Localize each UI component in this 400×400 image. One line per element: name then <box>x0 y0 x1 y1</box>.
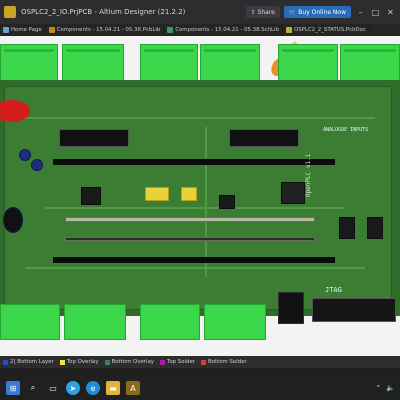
crystal <box>181 187 197 201</box>
layer-tab-top-solder[interactable]: Top Solder <box>157 359 198 365</box>
ic-chip <box>367 217 383 239</box>
cart-icon: 🛒 <box>288 8 299 16</box>
layer-tab-bottom-solder[interactable]: Bottom Solder <box>198 359 250 365</box>
pin-header <box>59 129 129 147</box>
voltage-regulator <box>281 182 305 204</box>
layer-label: 2] Bottom Layer <box>10 359 54 365</box>
analogue-inputs-label: ANALOGUE INPUTS <box>323 127 369 133</box>
altium-icon[interactable]: A <box>126 381 140 395</box>
close-icon[interactable]: ✕ <box>385 6 396 18</box>
layer-tab-bottom-layer[interactable]: 2] Bottom Layer <box>0 359 57 365</box>
layer-label: Bottom Solder <box>207 359 247 365</box>
layer-color-swatch <box>160 359 165 365</box>
terminal-block[interactable] <box>204 304 266 340</box>
resistor-row <box>65 217 315 222</box>
jtag-label: JTAG <box>325 286 342 294</box>
home-icon <box>3 27 9 33</box>
tab-components-pcblib[interactable]: Components - 15.04.21 - 05.38.PcbLib <box>46 24 165 36</box>
layer-color-swatch <box>104 359 110 365</box>
tab-label: Components - 15.04.21 - 05.38.PcbLib <box>56 27 161 33</box>
status-strip <box>0 368 400 376</box>
edge-icon[interactable]: e <box>86 381 100 395</box>
share-button[interactable]: ⇪ Share <box>245 6 280 18</box>
tab-label: Components - 15.04.21 - 05.38.SchLib <box>175 27 279 33</box>
electrolytic-capacitor <box>31 159 43 171</box>
system-tray: ⌃ 🔈 <box>375 384 395 392</box>
schlib-icon <box>167 27 174 33</box>
document-tabs: Home Page Components - 15.04.21 - 05.38.… <box>0 24 400 36</box>
tab-components-schlib[interactable]: Components - 15.04.21 - 05.38.SchLib <box>164 24 283 36</box>
task-view-icon[interactable]: ▭ <box>46 381 60 395</box>
title-bar-actions: ⇪ Share 🛒 Buy Online Now – □ ✕ <box>245 6 396 18</box>
volume-icon[interactable]: 🔈 <box>386 384 395 392</box>
ethernet-jack <box>278 292 304 324</box>
layer-color-swatch <box>59 359 65 365</box>
buy-online-button[interactable]: 🛒 Buy Online Now <box>283 6 351 18</box>
pcblib-icon <box>48 27 55 33</box>
tab-status-pcbdoc[interactable]: OSPLC2_2_STATUS.PcbDoc <box>283 24 370 36</box>
terminal-block[interactable] <box>64 304 126 340</box>
pcb-surface: ANALOGUE INPUTS JTAG OpenPLC v1.1 <box>3 86 392 310</box>
led-row <box>65 237 315 241</box>
pcb-board[interactable]: ANALOGUE INPUTS JTAG OpenPLC v1.1 <box>0 80 400 316</box>
maximize-icon[interactable]: □ <box>370 6 381 18</box>
windows-taskbar: ⊞ ⌕ ▭ ➤ e ▬ A ⌃ 🔈 <box>0 376 400 400</box>
layer-label: Top Overlay <box>66 359 99 365</box>
share-icon: ⇪ <box>250 8 258 16</box>
board-slot <box>53 159 335 165</box>
layer-color-swatch <box>3 359 8 365</box>
file-explorer-icon[interactable]: ▬ <box>106 381 120 395</box>
window-title: OSPLC2_2_IO.PrjPCB - Altium Designer (21… <box>21 8 186 16</box>
layer-tab-top-overlay[interactable]: Top Overlay <box>57 359 102 365</box>
title-bar: OSPLC2_2_IO.PrjPCB - Altium Designer (21… <box>0 0 400 24</box>
copper-trace <box>205 127 207 277</box>
copper-trace <box>45 207 345 209</box>
telegram-icon[interactable]: ➤ <box>66 381 80 395</box>
share-label: Share <box>257 8 275 16</box>
pcbdoc-icon <box>285 27 292 33</box>
jtag-header <box>312 298 396 322</box>
tab-label: Home Page <box>11 27 42 33</box>
altium-designer-window: OSPLC2_2_IO.PrjPCB - Altium Designer (21… <box>0 0 400 400</box>
tab-home-page[interactable]: Home Page <box>0 24 46 36</box>
tab-label: OSPLC2_2_STATUS.PcbDoc <box>293 27 366 33</box>
chevron-up-icon[interactable]: ⌃ <box>375 384 381 392</box>
layer-tab-bottom-overlay[interactable]: Bottom Overlay <box>102 359 157 365</box>
copper-trace <box>15 117 375 119</box>
crystal <box>145 187 169 201</box>
board-name-label: OpenPLC v1.1 <box>305 153 312 197</box>
layer-color-swatch <box>200 359 206 365</box>
copper-trace <box>25 267 365 269</box>
ic-chip <box>339 217 355 239</box>
terminal-block[interactable] <box>140 304 200 340</box>
search-icon[interactable]: ⌕ <box>26 381 40 395</box>
layer-label: Bottom Overlay <box>111 359 154 365</box>
pcb-3d-viewport[interactable]: ANALOGUE INPUTS JTAG OpenPLC v1.1 <box>0 36 400 356</box>
ic-chip <box>219 195 235 209</box>
altium-logo-icon <box>4 6 16 18</box>
ic-chip <box>81 187 101 205</box>
board-slot <box>53 257 335 263</box>
layer-tabs: 2] Bottom Layer Top Overlay Bottom Overl… <box>0 356 400 368</box>
power-jack <box>3 207 23 233</box>
buy-online-label: Buy Online Now <box>298 8 346 16</box>
electrolytic-capacitor <box>19 149 31 161</box>
terminal-block[interactable] <box>0 304 60 340</box>
pin-header <box>229 129 299 147</box>
layer-label: Top Solder <box>167 359 195 365</box>
windows-start-icon[interactable]: ⊞ <box>6 381 20 395</box>
minimize-icon[interactable]: – <box>355 6 366 18</box>
